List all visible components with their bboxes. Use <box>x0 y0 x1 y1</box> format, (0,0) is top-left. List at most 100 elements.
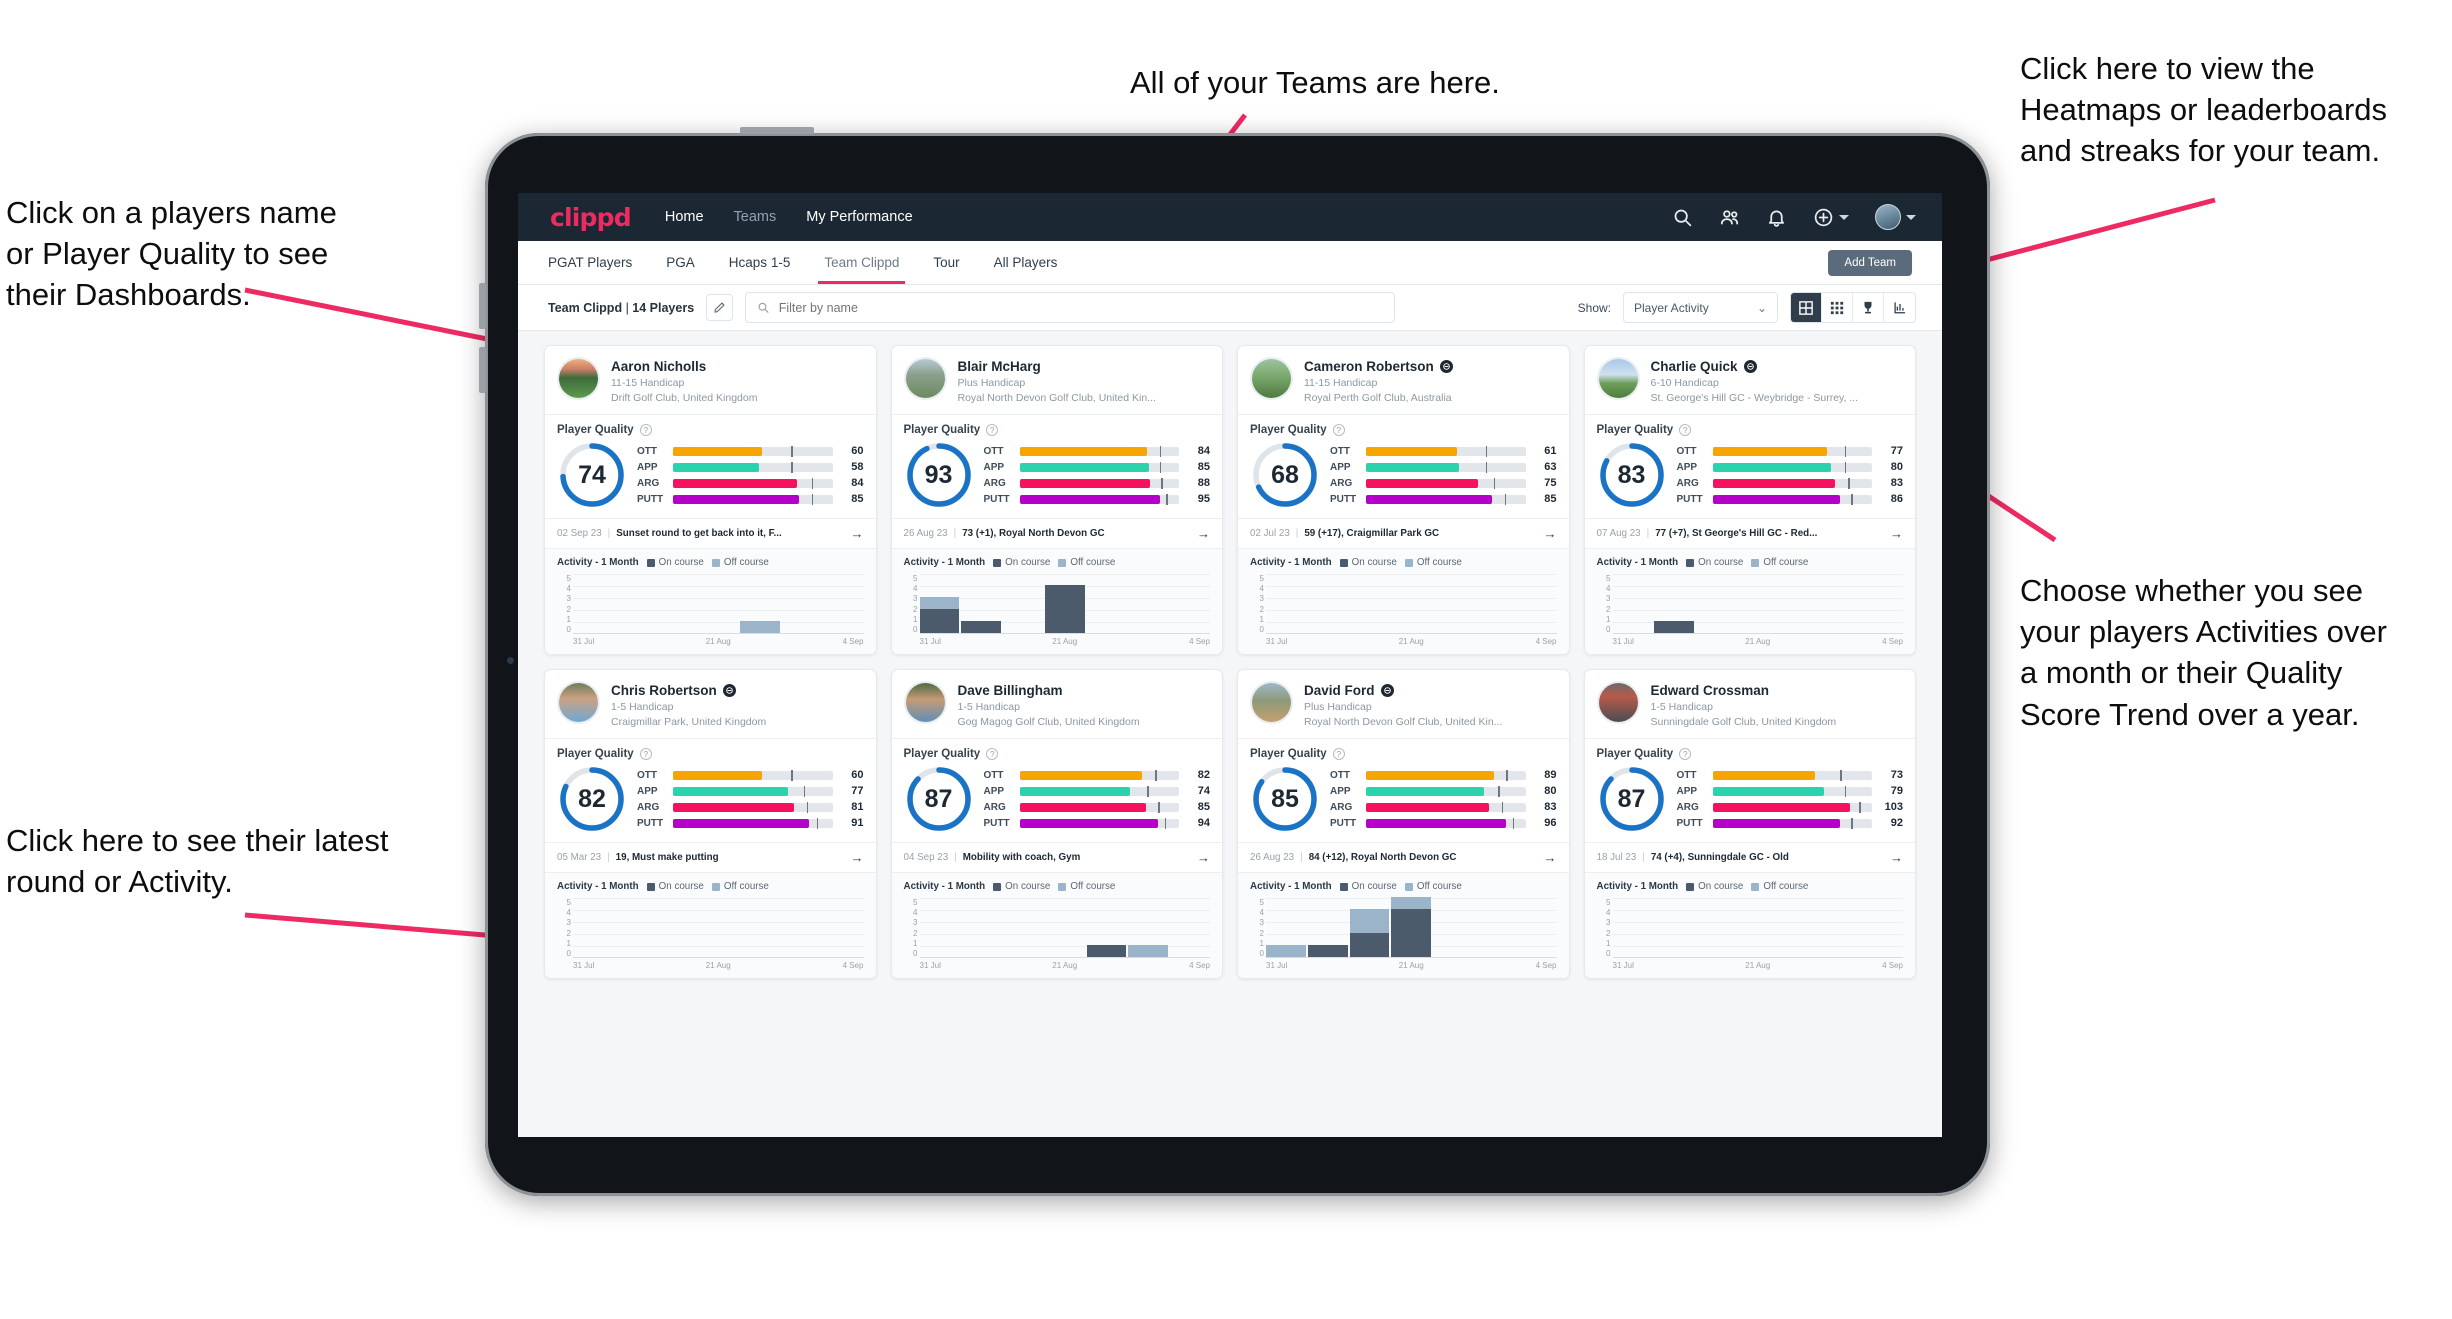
quality-score-ring[interactable]: 87 <box>1597 764 1667 834</box>
player-quality-body[interactable]: 68 OTT 61 APP 63 ARG 75 PUTT 85 <box>1238 440 1569 518</box>
quality-score-ring[interactable]: 83 <box>1597 440 1667 510</box>
player-quality-body[interactable]: 87 OTT 82 APP 74 ARG 85 PUTT 94 <box>892 764 1223 842</box>
bell-icon[interactable] <box>1766 207 1787 228</box>
arrow-right-icon[interactable]: → <box>1197 526 1210 541</box>
player-header[interactable]: Chris Robertson 1-5 Handicap Craigmillar… <box>545 670 876 738</box>
player-card[interactable]: Aaron Nicholls 11-15 Handicap Drift Golf… <box>544 345 877 655</box>
player-card[interactable]: David Ford Plus Handicap Royal North Dev… <box>1237 669 1570 979</box>
player-quality-body[interactable]: 83 OTT 77 APP 80 ARG 83 PUTT 86 <box>1585 440 1916 518</box>
player-quality-body[interactable]: 85 OTT 89 APP 80 ARG 83 PUTT 96 <box>1238 764 1569 842</box>
player-header[interactable]: Dave Billingham 1-5 Handicap Gog Magog G… <box>892 670 1223 738</box>
arrow-right-icon[interactable]: → <box>1890 526 1903 541</box>
player-card[interactable]: Charlie Quick 6-10 Handicap St. George's… <box>1583 345 1916 655</box>
quality-score-ring[interactable]: 68 <box>1250 440 1320 510</box>
player-name[interactable]: Chris Robertson <box>611 683 766 698</box>
latest-activity-row[interactable]: 02 Jul 23 | 59 (+17), Craigmillar Park G… <box>1238 518 1569 548</box>
latest-activity-row[interactable]: 02 Sep 23 | Sunset round to get back int… <box>545 518 876 548</box>
player-quality-body[interactable]: 82 OTT 60 APP 77 ARG 81 PUTT 91 <box>545 764 876 842</box>
player-name[interactable]: David Ford <box>1304 683 1502 698</box>
edit-team-button[interactable] <box>706 294 734 321</box>
search-box[interactable] <box>745 292 1396 323</box>
player-card[interactable]: Blair McHarg Plus Handicap Royal North D… <box>890 345 1223 655</box>
nav-link-my-performance[interactable]: My Performance <box>806 209 912 225</box>
tab-team-clippd[interactable]: Team Clippd <box>818 241 906 284</box>
tab-all-players[interactable]: All Players <box>994 241 1058 284</box>
tab-pga[interactable]: PGA <box>666 241 695 284</box>
player-header[interactable]: Aaron Nicholls 11-15 Handicap Drift Golf… <box>545 346 876 414</box>
help-icon[interactable]: ? <box>986 748 999 760</box>
latest-activity-row[interactable]: 26 Aug 23 | 84 (+12), Royal North Devon … <box>1238 842 1569 872</box>
arrow-right-icon[interactable]: → <box>1544 526 1557 541</box>
quality-score-ring[interactable]: 82 <box>557 764 627 834</box>
player-avatar[interactable] <box>903 681 947 724</box>
player-avatar[interactable] <box>557 681 600 724</box>
player-avatar[interactable] <box>1596 681 1640 724</box>
player-name[interactable]: Cameron Robertson <box>1304 359 1453 374</box>
player-header[interactable]: Edward Crossman 1-5 Handicap Sunningdale… <box>1585 670 1916 738</box>
metric-label: OTT <box>1676 769 1697 781</box>
latest-activity-row[interactable]: 04 Sep 23 | Mobility with coach, Gym → <box>891 842 1222 872</box>
quality-score-ring[interactable]: 74 <box>557 440 627 510</box>
latest-activity-row[interactable]: 26 Aug 23 | 73 (+1), Royal North Devon G… <box>891 518 1222 548</box>
add-menu[interactable] <box>1813 207 1849 228</box>
quality-score-ring[interactable]: 93 <box>904 440 974 510</box>
quality-score-ring[interactable]: 85 <box>1250 764 1320 834</box>
add-team-button[interactable]: Add Team <box>1828 249 1912 276</box>
player-name[interactable]: Aaron Nicholls <box>611 359 757 374</box>
player-avatar[interactable] <box>1250 357 1293 400</box>
arrow-right-icon[interactable]: → <box>1890 850 1903 865</box>
player-card[interactable]: Chris Robertson 1-5 Handicap Craigmillar… <box>544 669 877 979</box>
search-input[interactable] <box>778 300 1384 315</box>
player-card[interactable]: Edward Crossman 1-5 Handicap Sunningdale… <box>1583 669 1916 979</box>
show-select[interactable]: Player Activity ⌄ <box>1623 292 1778 323</box>
player-header[interactable]: Charlie Quick 6-10 Handicap St. George's… <box>1585 346 1916 414</box>
player-avatar[interactable] <box>557 357 600 400</box>
latest-activity-row[interactable]: 07 Aug 23 | 77 (+7), St George's Hill GC… <box>1584 518 1915 548</box>
player-name[interactable]: Edward Crossman <box>1651 683 1837 698</box>
player-header[interactable]: Blair McHarg Plus Handicap Royal North D… <box>892 346 1223 414</box>
help-icon[interactable]: ? <box>639 424 652 436</box>
player-card[interactable]: Cameron Robertson 11-15 Handicap Royal P… <box>1237 345 1570 655</box>
navbar-actions <box>1672 204 1916 230</box>
arrow-right-icon[interactable]: → <box>1544 850 1557 865</box>
view-grid-small-button[interactable] <box>1822 293 1853 322</box>
avatar[interactable] <box>1875 204 1901 230</box>
user-menu[interactable] <box>1875 204 1916 230</box>
latest-activity-row[interactable]: 05 Mar 23 | 19, Must make putting → <box>545 842 876 872</box>
help-icon[interactable]: ? <box>1679 748 1692 760</box>
player-name[interactable]: Charlie Quick <box>1651 359 1859 374</box>
latest-activity-row[interactable]: 18 Jul 23 | 74 (+4), Sunningdale GC - Ol… <box>1584 842 1915 872</box>
view-leaderboard-button[interactable] <box>1853 293 1884 322</box>
player-avatar[interactable] <box>1250 681 1293 724</box>
tab-hcaps-1-5[interactable]: Hcaps 1-5 <box>729 241 791 284</box>
help-icon[interactable]: ? <box>1332 424 1345 436</box>
clippd-logo[interactable]: clippd <box>550 203 632 232</box>
player-name[interactable]: Blair McHarg <box>958 359 1156 374</box>
view-grid-large-button[interactable] <box>1791 293 1822 322</box>
search-icon[interactable] <box>1672 207 1693 228</box>
plus-circle-icon[interactable] <box>1813 207 1834 228</box>
player-header[interactable]: Cameron Robertson 11-15 Handicap Royal P… <box>1238 346 1569 414</box>
player-header[interactable]: David Ford Plus Handicap Royal North Dev… <box>1238 670 1569 738</box>
player-quality-body[interactable]: 87 OTT 73 APP 79 ARG 103 PUTT 92 <box>1585 764 1916 842</box>
arrow-right-icon[interactable]: → <box>851 526 864 541</box>
player-quality-body[interactable]: 93 OTT 84 APP 85 ARG 88 PUTT 95 <box>892 440 1223 518</box>
help-icon[interactable]: ? <box>1332 748 1345 760</box>
player-avatar[interactable] <box>903 357 947 400</box>
nav-link-teams[interactable]: Teams <box>734 209 777 225</box>
arrow-right-icon[interactable]: → <box>1197 850 1210 865</box>
view-heatmap-button[interactable] <box>1884 293 1915 322</box>
tab-pgat-players[interactable]: PGAT Players <box>548 241 632 284</box>
nav-link-home[interactable]: Home <box>665 209 704 225</box>
help-icon[interactable]: ? <box>1679 424 1692 436</box>
tab-tour[interactable]: Tour <box>933 241 959 284</box>
player-avatar[interactable] <box>1596 357 1640 400</box>
player-name[interactable]: Dave Billingham <box>958 683 1140 698</box>
player-quality-body[interactable]: 74 OTT 60 APP 58 ARG 84 PUTT 85 <box>545 440 876 518</box>
help-icon[interactable]: ? <box>986 424 999 436</box>
arrow-right-icon[interactable]: → <box>851 850 864 865</box>
people-icon[interactable] <box>1719 207 1740 228</box>
quality-score-ring[interactable]: 87 <box>904 764 974 834</box>
player-card[interactable]: Dave Billingham 1-5 Handicap Gog Magog G… <box>890 669 1223 979</box>
help-icon[interactable]: ? <box>639 748 652 760</box>
